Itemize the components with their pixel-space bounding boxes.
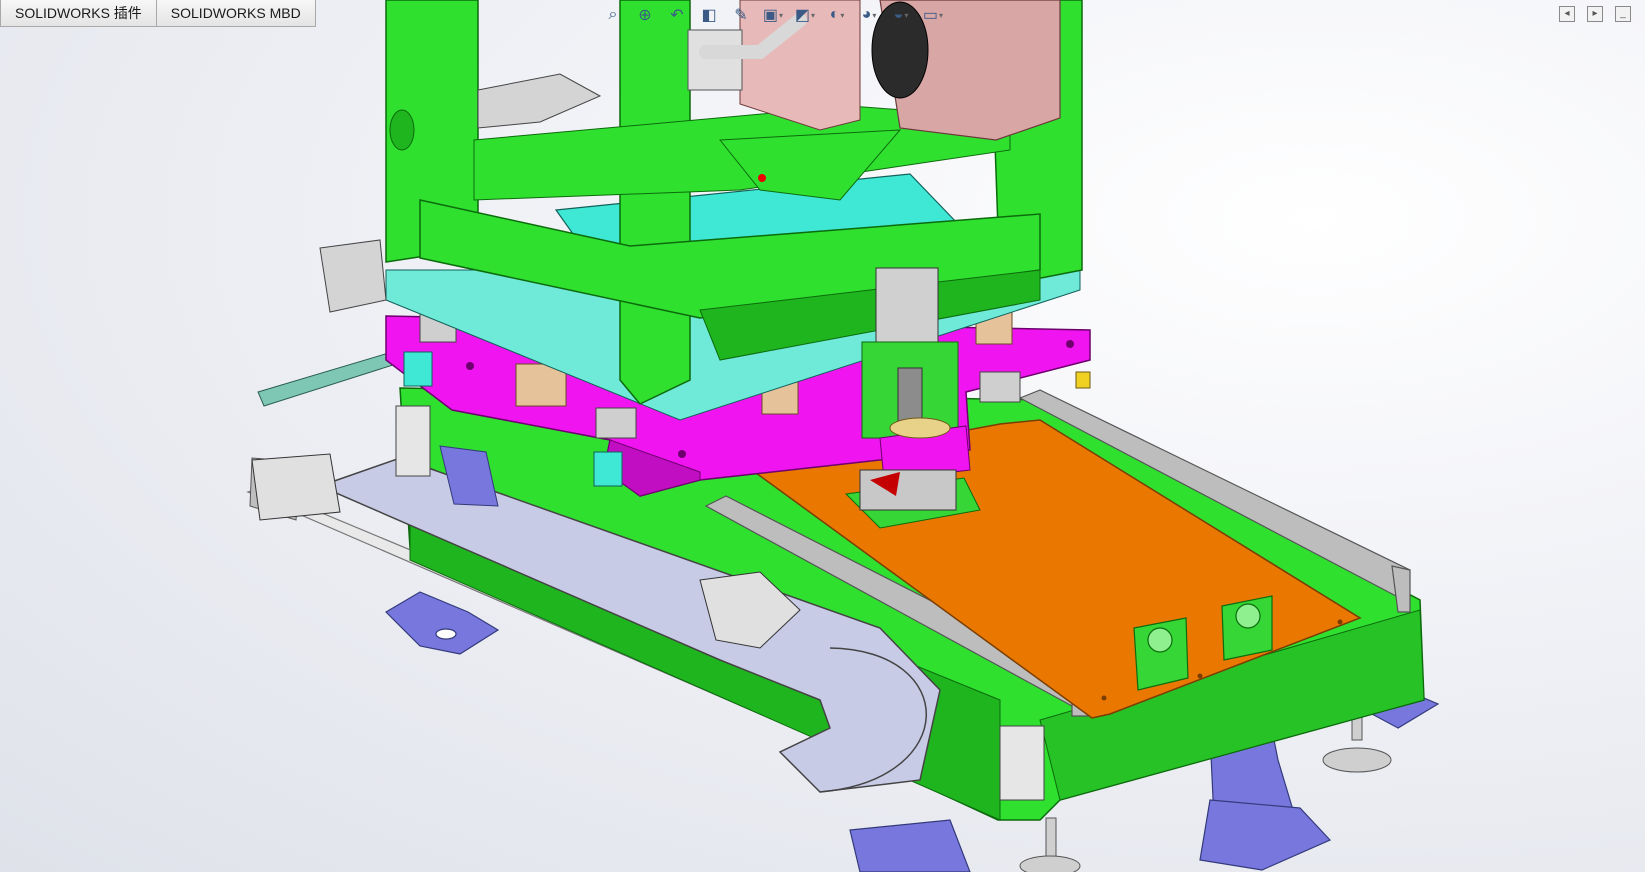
- dynamic-annotation-icon[interactable]: ✎: [728, 4, 754, 26]
- view-settings-icon[interactable]: ▭ ▾: [920, 4, 946, 26]
- zoom-area-icon[interactable]: ⊕: [632, 4, 658, 26]
- sensor-bracket: [257, 351, 397, 407]
- tab-solidworks-mbd[interactable]: SOLIDWORKS MBD: [156, 0, 316, 27]
- display-style-icon[interactable]: ◩ ▾: [792, 4, 818, 26]
- graphics-area-3d-model[interactable]: [0, 0, 1645, 872]
- apply-scene-icon[interactable]: ◒ ▾: [888, 4, 914, 26]
- heads-up-view-toolbar: ⌕ ⊕ ↶ ◧ ✎ ▣ ▾ ◩ ▾ ◐ ▾ ◕ ▾ ◒ ▾ ▭ ▾: [600, 4, 946, 28]
- command-manager-tabs: SOLIDWORKS 插件 SOLIDWORKS MBD: [0, 0, 316, 28]
- chevron-down-icon: ▾: [779, 10, 784, 20]
- edit-appearance-icon[interactable]: ◕ ▾: [856, 4, 882, 26]
- restore-view-left-icon[interactable]: ◂: [1559, 6, 1575, 22]
- zoom-to-fit-icon[interactable]: ⌕: [600, 4, 626, 26]
- chevron-down-icon: ▾: [904, 10, 909, 20]
- section-view-icon[interactable]: ◧: [696, 4, 722, 26]
- chevron-down-icon: ▾: [872, 10, 877, 20]
- yellow-marker: [1075, 371, 1091, 389]
- tab-solidworks-addins[interactable]: SOLIDWORKS 插件: [0, 0, 157, 27]
- view-orientation-icon[interactable]: ▣ ▾: [760, 4, 786, 26]
- minimize-icon[interactable]: _: [1615, 6, 1631, 22]
- chevron-down-icon: ▾: [811, 10, 816, 20]
- previous-view-icon[interactable]: ↶: [664, 4, 690, 26]
- chevron-down-icon: ▾: [840, 10, 845, 20]
- chevron-down-icon: ▾: [939, 10, 944, 20]
- restore-view-right-icon[interactable]: ▸: [1587, 6, 1603, 22]
- hide-show-items-icon[interactable]: ◐ ▾: [824, 4, 850, 26]
- viewport-window-controls: ◂ ▸ _: [1559, 6, 1631, 22]
